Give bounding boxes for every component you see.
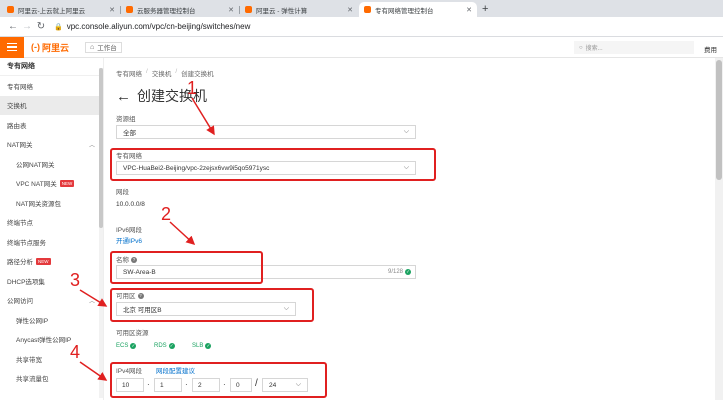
chevron-down-icon: ⌵ xyxy=(403,128,409,135)
sidebar-item-dhcp[interactable]: DHCP选项集 xyxy=(0,271,103,291)
browser-tab-strip: 阿里云-上云就上阿里云 ✕ 云服务器管理控制台 ✕ 阿里云 - 弹性计算 ✕ 专… xyxy=(0,0,723,17)
search-placeholder: 搜索... xyxy=(585,46,603,52)
aliyun-favicon-icon xyxy=(126,6,133,13)
enable-ipv6-link[interactable]: 开通IPv6 xyxy=(116,235,142,245)
logo[interactable]: (-) 阿里云 xyxy=(31,41,69,54)
annotation-number-1: 1 xyxy=(187,78,198,98)
workbench-label: 工作台 xyxy=(97,45,117,52)
browser-tab-active[interactable]: 专有网络管理控制台 ✕ xyxy=(359,2,477,17)
close-tab-icon[interactable]: ✕ xyxy=(228,6,234,14)
sidebar-item-public-nat[interactable]: 公网NAT网关 xyxy=(0,154,103,174)
chevron-up-icon: ︿ xyxy=(88,298,95,305)
browser-tab[interactable]: 阿里云 - 弹性计算 ✕ xyxy=(240,2,358,17)
new-badge: NEW xyxy=(36,257,51,265)
network-label: 网段 xyxy=(116,189,129,196)
check-icon: ✓ xyxy=(130,343,137,349)
url-field[interactable]: vpc.console.aliyun.com/vpc/cn-beijing/sw… xyxy=(67,22,251,31)
menu-icon[interactable] xyxy=(0,36,24,58)
sidebar-item-shared-bandwidth[interactable]: 共享带宽 xyxy=(0,349,103,369)
check-icon: ✓ xyxy=(168,343,175,349)
tab-title: 阿里云-上云就上阿里云 xyxy=(18,7,86,15)
sidebar-title: 专有网络 xyxy=(0,58,103,76)
breadcrumb-item[interactable]: 专有网络 xyxy=(116,68,142,78)
sidebar-item-vpc-nat[interactable]: VPC NAT网关 NEW xyxy=(0,174,103,194)
char-count: 9/128 ✓ xyxy=(387,269,411,275)
sidebar-item-shared-traffic[interactable]: 共享流量包 xyxy=(0,369,103,389)
annotation-number-4: 4 xyxy=(70,342,81,362)
sidebar-item-vpc[interactable]: 专有网络 xyxy=(0,76,103,96)
new-tab-button[interactable]: + xyxy=(482,2,488,17)
check-icon: ✓ xyxy=(205,343,212,349)
search-input[interactable]: ○ 搜索... xyxy=(574,41,694,54)
sidebar-item-vswitch[interactable]: 交换机 xyxy=(0,95,103,115)
sidebar-scrollbar-thumb[interactable] xyxy=(99,68,103,228)
main-content: 专有网络 / 交换机 / 创建交换机 ← 创建交换机 资源组 全部 ⌵ 专有网络… xyxy=(104,58,723,400)
annotation-number-2: 2 xyxy=(161,204,172,224)
address-bar: ← → ↻ 🔒 vpc.console.aliyun.com/vpc/cn-be… xyxy=(0,17,723,37)
sidebar-item-public-access[interactable]: 公网访问 ︿ xyxy=(0,291,103,311)
zone-resources-label: 可用区资源 xyxy=(116,330,149,337)
sidebar-item-eip[interactable]: 弹性公网IP xyxy=(0,310,103,330)
forward-icon[interactable]: → xyxy=(20,21,34,32)
check-icon: ✓ xyxy=(405,269,411,275)
tab-title: 阿里云 - 弹性计算 xyxy=(256,7,308,15)
zone-resource-slb: SLB ✓ xyxy=(192,343,212,349)
sidebar-item-path-analysis[interactable]: 路径分析 NEW xyxy=(0,252,103,272)
page-scrollbar-thumb[interactable] xyxy=(716,60,722,180)
tab-title: 专有网络管理控制台 xyxy=(375,7,434,15)
workbench-button[interactable]: ⌂ 工作台 xyxy=(85,41,122,53)
ipv6-label: IPv6网段 xyxy=(116,227,143,234)
sidebar-item-route-table[interactable]: 路由表 xyxy=(0,115,103,135)
zone-resource-rds: RDS ✓ xyxy=(154,343,175,349)
close-tab-icon[interactable]: ✕ xyxy=(466,6,472,14)
browser-tab[interactable]: 云服务器管理控制台 ✕ xyxy=(121,2,240,17)
network-value: 10.0.0.0/8 xyxy=(116,201,145,208)
sidebar-item-endpoint[interactable]: 终端节点 xyxy=(0,213,103,233)
fees-link[interactable]: 费用 xyxy=(704,44,717,54)
breadcrumb: 专有网络 / 交换机 / 创建交换机 xyxy=(116,68,214,78)
search-icon: ○ xyxy=(579,44,583,51)
annotation-box-vpc xyxy=(110,148,436,181)
close-tab-icon[interactable]: ✕ xyxy=(109,6,115,14)
breadcrumb-item: 创建交换机 xyxy=(181,71,214,78)
console-header: (-) 阿里云 ⌂ 工作台 ○ 搜索... 费用 xyxy=(0,36,723,58)
lock-icon: 🔒 xyxy=(54,23,63,31)
sidebar-item-nat-gateway[interactable]: NAT网关 ︿ xyxy=(0,135,103,155)
aliyun-favicon-icon xyxy=(245,6,252,13)
new-badge: NEW xyxy=(59,179,75,187)
aliyun-favicon-icon xyxy=(364,6,371,13)
breadcrumb-item[interactable]: 交换机 xyxy=(152,68,172,78)
reload-icon[interactable]: ↻ xyxy=(34,21,48,32)
logo-mark: (-) xyxy=(31,42,40,52)
close-tab-icon[interactable]: ✕ xyxy=(347,6,353,14)
back-arrow-icon[interactable]: ← xyxy=(116,89,131,104)
zone-resource-ecs: ECS ✓ xyxy=(116,343,137,349)
sidebar-item-nat-package[interactable]: NAT网关资源包 xyxy=(0,193,103,213)
annotation-number-3: 3 xyxy=(70,270,81,290)
chevron-up-icon: ︿ xyxy=(88,142,95,149)
sidebar-item-anycast-eip[interactable]: Anycast弹性公网IP xyxy=(0,330,103,350)
sidebar-item-endpoint-service[interactable]: 终端节点服务 xyxy=(0,232,103,252)
home-icon: ⌂ xyxy=(90,43,95,51)
resource-group-label: 资源组 xyxy=(116,116,136,123)
tab-title: 云服务器管理控制台 xyxy=(137,7,196,15)
logo-text: 阿里云 xyxy=(42,42,70,53)
sidebar: 专有网络 专有网络 交换机 路由表 NAT网关 ︿ 公网NAT网关 VPC NAT… xyxy=(0,58,104,400)
annotation-box-zone xyxy=(110,288,314,322)
resource-group-select[interactable]: 全部 ⌵ xyxy=(116,125,416,139)
annotation-box-name xyxy=(110,251,263,284)
annotation-box-ipv4 xyxy=(110,362,327,398)
back-icon[interactable]: ← xyxy=(6,21,20,32)
aliyun-favicon-icon xyxy=(7,6,14,13)
browser-tab[interactable]: 阿里云-上云就上阿里云 ✕ xyxy=(2,2,121,17)
